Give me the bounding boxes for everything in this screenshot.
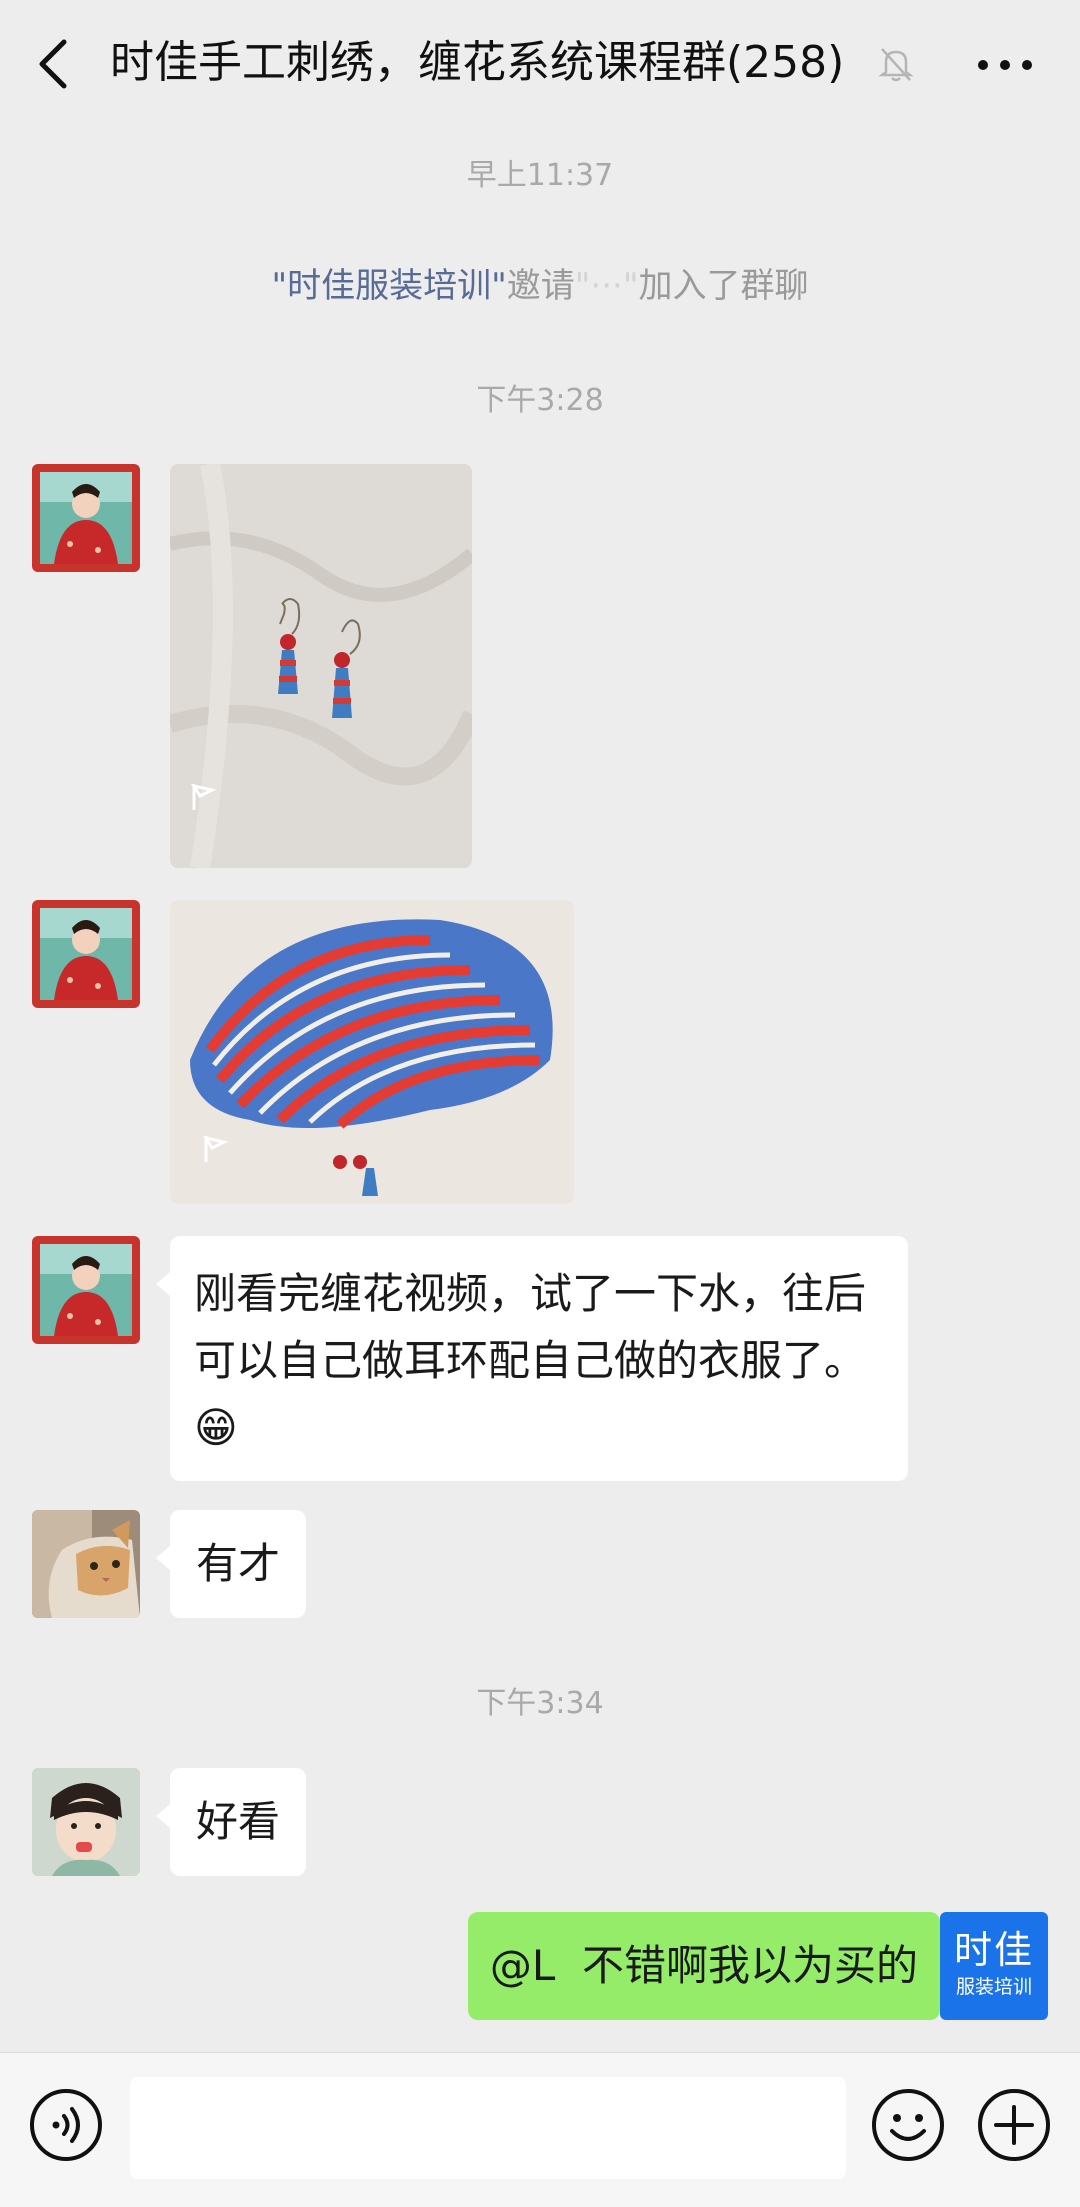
avatar[interactable] [32, 1236, 140, 1344]
message-text: 不错啊我以为买的 [581, 1941, 918, 1990]
timestamp: 下午3:34 [476, 1686, 604, 1721]
emoji-button[interactable] [868, 2085, 948, 2165]
message-bubble[interactable]: 有才 [155, 1510, 307, 1618]
message-text: 有才 [196, 1539, 281, 1588]
smiley-icon [872, 2089, 944, 2161]
system-message-verb: 邀请 [506, 266, 575, 306]
inviter-link[interactable]: "时佳服装培训" [272, 266, 507, 306]
plus-circle-icon [978, 2089, 1050, 2161]
avatar[interactable] [32, 1510, 140, 1618]
earrings-photo[interactable] [170, 464, 472, 868]
message-input[interactable] [130, 2077, 846, 2179]
voice-icon [30, 2089, 102, 2161]
back-button[interactable] [30, 36, 80, 92]
message-bubble[interactable]: 刚看完缠花视频，试了一下水，往后可以自己做耳环配自己做的衣服了。😁 [156, 1236, 908, 1481]
chevron-left-icon [39, 39, 67, 89]
message-text: 好看 [196, 1797, 281, 1846]
more-actions-button[interactable] [974, 2085, 1054, 2165]
timestamp: 下午3:28 [476, 383, 604, 418]
system-message-suffix: 加入了群聊 [638, 266, 809, 306]
input-bar [0, 2052, 1080, 2207]
chat-header: 时佳手工刺绣，缠花系统课程群(258) [0, 0, 1080, 128]
outgoing-message-bubble[interactable]: @L 不错啊我以为买的 [467, 1912, 955, 2020]
timestamp: 早上11:37 [466, 158, 614, 193]
chat-title: 时佳手工刺绣，缠花系统课程群(258) [110, 37, 845, 88]
self-avatar[interactable]: 时佳 服装培训 [940, 1912, 1048, 2020]
voice-button[interactable] [26, 2085, 106, 2165]
ellipsis-icon [978, 60, 1032, 70]
message-text: 刚看完缠花视频，试了一下水，往后可以自己做耳环配自己做的衣服了。😁 [194, 1269, 867, 1452]
self-avatar-line2: 服装培训 [955, 1976, 1032, 1998]
more-options-button[interactable] [975, 40, 1035, 90]
striped-garment-photo[interactable] [170, 900, 574, 1204]
avatar[interactable] [32, 464, 140, 572]
invitee-name: "···" [574, 266, 639, 306]
self-avatar-line1: 时佳 [953, 1928, 1034, 1972]
avatar[interactable] [32, 1768, 140, 1876]
system-message: "时佳服装培训"邀请"···"加入了群聊 [0, 258, 1080, 307]
message-bubble[interactable]: 好看 [155, 1768, 307, 1876]
avatar[interactable] [32, 900, 140, 1008]
bell-off-icon [876, 44, 916, 84]
mention[interactable]: @L [490, 1941, 555, 1990]
